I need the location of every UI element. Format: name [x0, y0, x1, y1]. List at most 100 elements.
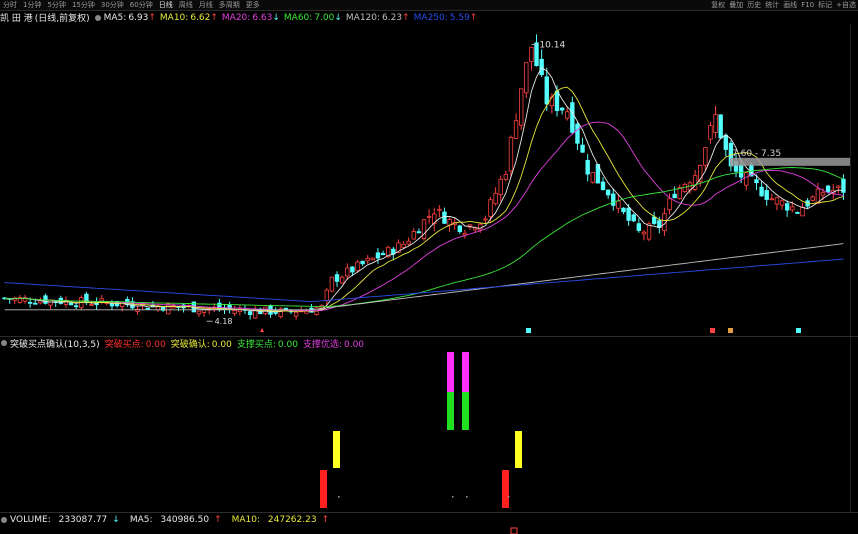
candle-body[interactable] — [339, 276, 345, 284]
signal-bar[interactable] — [515, 431, 522, 468]
candle-body[interactable] — [518, 88, 524, 126]
candle-body[interactable] — [611, 193, 616, 206]
candle-body[interactable] — [590, 172, 595, 183]
candle-body[interactable] — [580, 144, 585, 153]
signal-bar[interactable] — [320, 470, 327, 508]
event-marker-icon[interactable] — [796, 328, 801, 333]
candle-body[interactable] — [539, 58, 544, 75]
candle-body[interactable] — [616, 200, 621, 209]
candle-body[interactable] — [636, 223, 642, 231]
candle-body[interactable] — [411, 231, 416, 240]
event-marker-icon[interactable] — [728, 328, 733, 333]
period-tab-3[interactable]: 15分钟 — [69, 0, 98, 10]
candle-body[interactable] — [570, 102, 575, 133]
candle-body[interactable] — [375, 252, 381, 259]
volume-bar[interactable] — [510, 527, 518, 534]
volume-dot-icon[interactable] — [1, 517, 7, 523]
candle-body[interactable] — [442, 211, 447, 224]
candle-body[interactable] — [27, 301, 33, 304]
candle-body[interactable] — [493, 192, 498, 204]
candle-body[interactable] — [585, 159, 590, 175]
candle-body[interactable] — [488, 199, 493, 217]
candle-body[interactable] — [723, 134, 728, 150]
signal-bar[interactable] — [462, 352, 469, 392]
candle-body[interactable] — [426, 215, 432, 218]
candle-body[interactable] — [524, 62, 529, 94]
candle-body[interactable] — [779, 200, 785, 206]
candlestick-chart[interactable]: 7.60 - 7.35 10.14 4.18 — [0, 24, 850, 336]
candle-body[interactable] — [672, 193, 677, 199]
target-band[interactable] — [730, 157, 850, 166]
period-tab-9[interactable]: 多周期 — [216, 0, 243, 10]
signal-bar[interactable] — [447, 352, 454, 392]
signal-bar[interactable] — [447, 392, 454, 430]
candle-body[interactable] — [621, 207, 626, 213]
period-tab-7[interactable]: 周线 — [176, 0, 196, 10]
candle-body[interactable] — [48, 299, 53, 306]
candle-body[interactable] — [503, 174, 509, 180]
candle-body[interactable] — [483, 218, 488, 221]
candle-body[interactable] — [713, 114, 718, 133]
tool-button-6[interactable]: 标记 — [816, 0, 834, 10]
candle-body[interactable] — [718, 114, 723, 139]
period-tab-5[interactable]: 60分钟 — [127, 0, 156, 10]
tool-button-4[interactable]: 画线 — [781, 0, 799, 10]
candle-body[interactable] — [329, 276, 335, 292]
candle-body[interactable] — [744, 172, 749, 186]
event-marker-icon[interactable] — [526, 328, 531, 333]
candle-body[interactable] — [651, 216, 657, 224]
indicator-chart[interactable] — [0, 350, 850, 512]
candle-body[interactable] — [559, 107, 565, 111]
candle-body[interactable] — [421, 219, 427, 239]
candle-body[interactable] — [774, 197, 780, 205]
candle-body[interactable] — [345, 267, 350, 277]
signal-bar[interactable] — [462, 392, 469, 430]
candle-body[interactable] — [355, 261, 360, 272]
candle-body[interactable] — [708, 125, 713, 140]
signal-bar[interactable] — [502, 470, 509, 508]
tool-button-7[interactable]: +自选 — [834, 0, 858, 10]
candle-body[interactable] — [575, 123, 580, 144]
candle-body[interactable] — [43, 295, 48, 304]
period-tab-10[interactable]: 更多 — [243, 0, 263, 10]
candle-body[interactable] — [283, 307, 289, 310]
candle-body[interactable] — [682, 184, 688, 192]
candle-body[interactable] — [145, 307, 150, 310]
candle-body[interactable] — [703, 147, 708, 166]
candle-body[interactable] — [293, 311, 299, 317]
candle-body[interactable] — [554, 90, 560, 112]
candle-body[interactable] — [33, 302, 38, 305]
indicator-dot-icon[interactable] — [1, 340, 7, 346]
candle-body[interactable] — [677, 187, 682, 200]
candle-body[interactable] — [800, 207, 805, 217]
candle-body[interactable] — [324, 289, 330, 302]
candle-body[interactable] — [641, 231, 647, 235]
event-marker-icon[interactable] — [710, 328, 715, 333]
candle-body[interactable] — [769, 198, 775, 201]
candle-body[interactable] — [89, 304, 94, 306]
candle-body[interactable] — [478, 223, 483, 231]
candle-body[interactable] — [247, 311, 253, 316]
candle-body[interactable] — [529, 46, 534, 62]
candle-body[interactable] — [406, 240, 411, 245]
candle-body[interactable] — [759, 186, 764, 197]
candle-body[interactable] — [401, 243, 406, 248]
candle-body[interactable] — [350, 266, 355, 273]
tool-button-3[interactable]: 统计 — [763, 0, 781, 10]
candle-body[interactable] — [784, 203, 790, 211]
candle-body[interactable] — [462, 232, 468, 236]
candle-body[interactable] — [109, 303, 115, 307]
indicator-name[interactable]: 突破买点确认(10,3,5) — [10, 337, 100, 350]
candle-body[interactable] — [437, 208, 442, 211]
period-tab-4[interactable]: 30分钟 — [98, 0, 127, 10]
candle-body[interactable] — [370, 257, 376, 261]
candle-body[interactable] — [334, 274, 340, 282]
period-tab-6[interactable]: 日线 — [156, 0, 176, 10]
period-tab-8[interactable]: 月线 — [196, 0, 216, 10]
candle-body[interactable] — [99, 298, 104, 302]
candle-body[interactable] — [544, 76, 549, 105]
candle-body[interactable] — [631, 214, 636, 222]
tool-button-0[interactable]: 复权 — [709, 0, 727, 10]
candle-body[interactable] — [764, 190, 769, 200]
period-tab-1[interactable]: 1分钟 — [20, 0, 44, 10]
